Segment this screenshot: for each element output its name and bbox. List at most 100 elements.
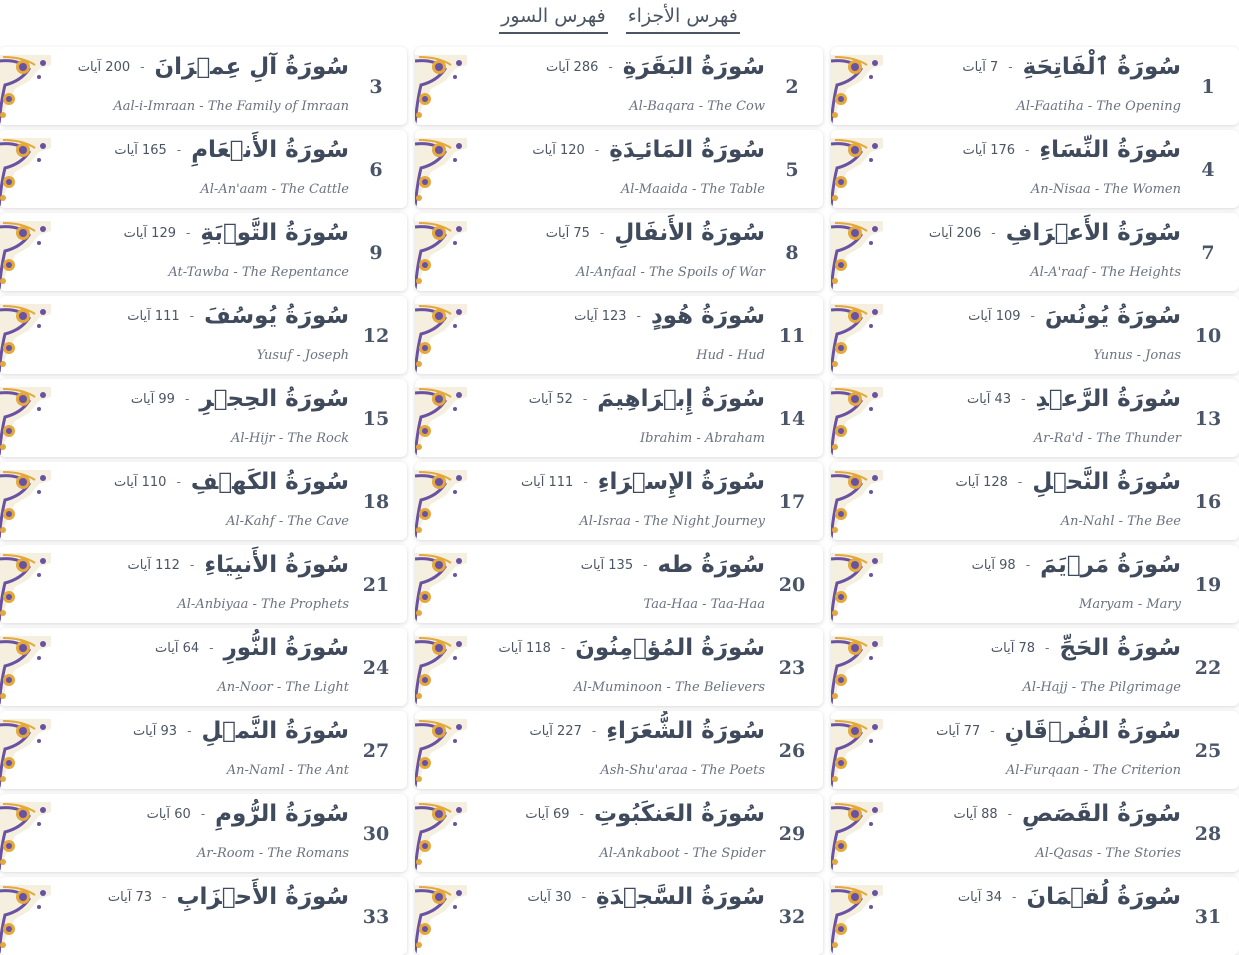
surah-card[interactable]: 4 سُورَةُ النِّسَاءِ -176 آيات An-Nisaa - T… <box>831 130 1239 208</box>
surah-card[interactable]: 8 سُورَةُ الأَنفَالِ -75 آيات Al-Anfaal - T… <box>415 213 823 291</box>
verse-count: 123 آيات <box>574 309 626 324</box>
ornament-icon <box>415 387 467 457</box>
verse-count: 43 آيات <box>967 392 1011 407</box>
surah-card[interactable]: 28 سُورَةُ القَصَصِ -88 آيات Al-Qasas - The… <box>831 794 1239 872</box>
verse-word: آيات <box>528 391 553 407</box>
surah-card[interactable]: 21 سُورَةُ الأَنبِيَاءِ -112 آيات Al-Anbiya… <box>0 545 407 623</box>
surah-card[interactable]: 9 سُورَةُ التَّوۡبَةِ -129 آيات At-Tawba - … <box>0 213 407 291</box>
verse-word: آيات <box>155 640 179 656</box>
surah-card[interactable]: 33 سُورَةُ الأَحۡزَابِ -73 آيات <box>0 877 407 955</box>
surah-card[interactable]: 18 سُورَةُ الكَهۡفِ -110 آيات Al-Kahf - The… <box>0 462 407 540</box>
ornament-icon <box>831 55 883 125</box>
surah-card[interactable]: 11 سُورَةُ هُودٍ -123 آيات Hud - Hud <box>415 296 823 374</box>
verse-count-number: 123 <box>601 308 627 324</box>
surah-title-row: سُورَةُ يُونُسَ -109 آيات <box>968 296 1181 336</box>
surah-card[interactable]: 32 سُورَةُ السَّجۡدَةِ -30 آيات <box>415 877 823 955</box>
separator-dash: - <box>1007 806 1013 822</box>
verse-count: 129 آيات <box>124 226 176 241</box>
surah-card[interactable]: 15 سُورَةُ الحِجۡرِ -99 آيات Al-Hijr - The … <box>0 379 407 457</box>
surah-card[interactable]: 6 سُورَةُ الأَنۡعَامِ -165 آيات Al-An'aam -… <box>0 130 407 208</box>
surah-card[interactable]: 23 سُورَةُ المُؤۡمِنُونَ -118 آيات Al-Mumin… <box>415 628 823 706</box>
surah-card[interactable]: 7 سُورَةُ الأَعۡرَافِ -206 آيات Al-A'raaf -… <box>831 213 1239 291</box>
surah-card[interactable]: 13 سُورَةُ الرَّعۡدِ -43 آيات Ar-Ra'd - The… <box>831 379 1239 457</box>
surah-card[interactable]: 20 سُورَةُ طه -135 آيات Taa-Haa - Taa-Haa <box>415 545 823 623</box>
separator-dash: - <box>599 225 605 241</box>
verse-word: آيات <box>545 59 570 75</box>
ornament-icon <box>0 553 51 623</box>
surah-card[interactable]: 24 سُورَةُ النُّورِ -64 آيات An-Noor - The … <box>0 628 407 706</box>
surah-arabic-name: سُورَةُ التَّوۡبَةِ <box>200 220 349 246</box>
surah-title-row: سُورَةُ الرُّومِ -60 آيات <box>147 794 349 834</box>
verse-count: 200 آيات <box>78 60 130 75</box>
separator-dash: - <box>608 59 613 75</box>
ornament-icon <box>0 55 51 125</box>
surah-card[interactable]: 31 سُورَةُ لُقۡمَانَ -34 آيات <box>831 877 1239 955</box>
surah-number: 13 <box>1194 408 1222 430</box>
ornament-icon <box>0 802 51 872</box>
surah-arabic-name: سُورَةُ مَرۡيَمَ <box>1040 552 1181 578</box>
surah-title-row: سُورَةُ الحِجۡرِ -99 آيات <box>131 379 349 419</box>
surah-card[interactable]: 17 سُورَةُ الإِسۡرَاءِ -111 آيات Al-Israa -… <box>415 462 823 540</box>
verse-count-number: 227 <box>557 723 582 739</box>
surah-title-row: سُورَةُ البَقَرَةِ -286 آيات <box>546 47 765 87</box>
verse-word: آيات <box>574 308 598 324</box>
verse-count-number: 165 <box>141 142 167 158</box>
surah-card[interactable]: 5 سُورَةُ المَائـِدَةِ -120 آيات Al-Maaida … <box>415 130 823 208</box>
surah-card[interactable]: 10 سُورَةُ يُونُسَ -109 آيات Yunus - Jonas <box>831 296 1239 374</box>
separator-dash: - <box>1045 640 1050 656</box>
surah-title-row: سُورَةُ الحَجِّ -78 آيات <box>991 628 1181 668</box>
surah-card[interactable]: 25 سُورَةُ الفُرۡقَانِ -77 آيات Al-Furqaan … <box>831 711 1239 789</box>
separator-dash: - <box>582 391 588 407</box>
surah-arabic-name: سُورَةُ الكَهۡفِ <box>190 469 349 495</box>
surah-number: 17 <box>778 491 806 513</box>
surah-english-name: An-Nahl - The Bee <box>1060 514 1181 529</box>
surah-number: 27 <box>362 740 390 762</box>
verse-word: آيات <box>123 225 148 241</box>
surah-card[interactable]: 22 سُورَةُ الحَجِّ -78 آيات Al-Hajj - The P… <box>831 628 1239 706</box>
surah-index-link[interactable]: فهرس السور <box>499 0 608 34</box>
surah-card[interactable]: 3 سُورَةُ آلِ عِمۡرَانَ -200 آيات Aal-i-Imr… <box>0 47 407 125</box>
surah-number: 7 <box>1201 242 1215 264</box>
surah-title-row: سُورَةُ لُقۡمَانَ -34 آيات <box>958 877 1181 917</box>
surah-english-name: An-Noor - The Light <box>217 680 349 695</box>
verse-count: 227 آيات <box>529 724 581 739</box>
verse-word: آيات <box>107 889 132 905</box>
verse-count: 73 آيات <box>108 890 152 905</box>
ornament-icon <box>0 636 51 706</box>
surah-card[interactable]: 2 سُورَةُ البَقَرَةِ -286 آيات Al-Baqara - … <box>415 47 823 125</box>
separator-dash: - <box>1021 391 1026 407</box>
surah-english-name: Al-Hajj - The Pilgrimage <box>1022 680 1181 695</box>
surah-card[interactable]: 30 سُورَةُ الرُّومِ -60 آيات Ar-Room - The … <box>0 794 407 872</box>
surah-english-name: At-Tawba - The Repentance <box>168 265 349 280</box>
surah-title-row: سُورَةُ الشُّعَرَاءِ -227 آيات <box>529 711 765 751</box>
surah-arabic-name: سُورَةُ إِبۡرَاهِيمَ <box>597 386 765 412</box>
surah-title-row: سُورَةُ الفُرۡقَانِ -77 آيات <box>936 711 1181 751</box>
surah-card[interactable]: 1 سُورَةُ ٱلْفَاتِحَةِ -7 آيات Al-Faatiha -… <box>831 47 1239 125</box>
surah-card[interactable]: 19 سُورَةُ مَرۡيَمَ -98 آيات Maryam - Mary <box>831 545 1239 623</box>
surah-card[interactable]: 26 سُورَةُ الشُّعَرَاءِ -227 آيات Ash-Shu'a… <box>415 711 823 789</box>
surah-card[interactable]: 29 سُورَةُ العَنكَبُوتِ -69 آيات Al-Ankaboo… <box>415 794 823 872</box>
surah-arabic-name: سُورَةُ هُودٍ <box>650 303 765 329</box>
surah-arabic-name: سُورَةُ الأَحۡزَابِ <box>176 884 349 910</box>
ornament-icon <box>415 636 467 706</box>
surah-title-row: سُورَةُ الإِسۡرَاءِ -111 آيات <box>521 462 765 502</box>
juz-index-link[interactable]: فهرس الأجزاء <box>625 0 740 34</box>
surah-arabic-name: سُورَةُ الحَجِّ <box>1059 635 1181 661</box>
surah-title-row: سُورَةُ النَّمۡلِ -93 آيات <box>133 711 349 751</box>
ornament-icon <box>0 221 51 291</box>
verse-count: 135 آيات <box>581 558 633 573</box>
separator-dash: - <box>581 889 586 905</box>
verse-count: 77 آيات <box>936 724 980 739</box>
ornament-icon <box>415 55 467 125</box>
separator-dash: - <box>176 474 181 490</box>
verse-count: 75 آيات <box>546 226 590 241</box>
surah-english-name: An-Nisaa - The Women <box>1030 182 1181 197</box>
surah-card[interactable]: 27 سُورَةُ النَّمۡلِ -93 آيات An-Naml - The… <box>0 711 407 789</box>
surah-card[interactable]: 16 سُورَةُ النَّحۡلِ -128 آيات An-Nahl - Th… <box>831 462 1239 540</box>
separator-dash: - <box>140 59 145 75</box>
surah-arabic-name: سُورَةُ الأَنفَالِ <box>614 220 765 246</box>
surah-card[interactable]: 14 سُورَةُ إِبۡرَاهِيمَ -52 آيات Ibrahim - … <box>415 379 823 457</box>
surah-card[interactable]: 12 سُورَةُ يُوسُفَ -111 آيات Yusuf - Joseph <box>0 296 407 374</box>
ornament-icon <box>831 304 883 374</box>
surah-arabic-name: سُورَةُ الحِجۡرِ <box>199 386 349 412</box>
